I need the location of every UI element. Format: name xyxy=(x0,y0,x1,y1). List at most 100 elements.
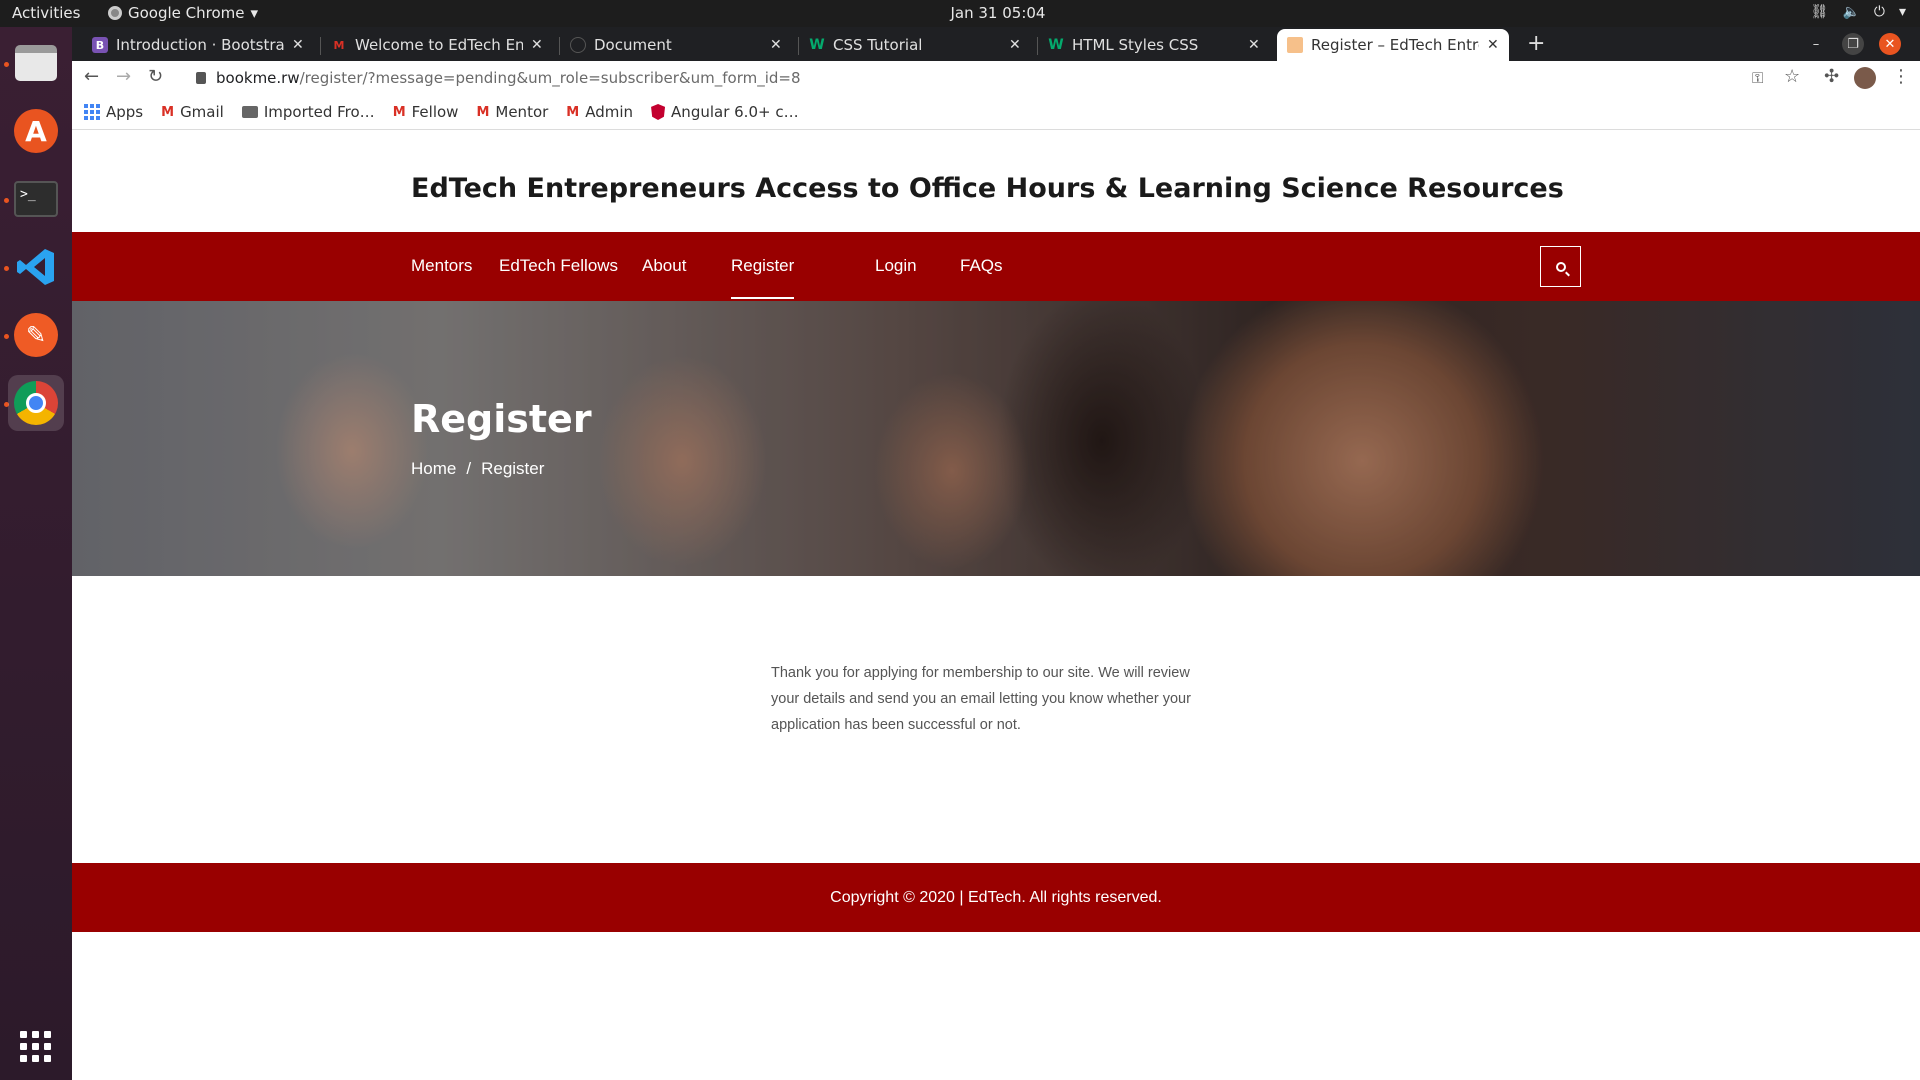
footer: Copyright © 2020 | EdTech. All rights re… xyxy=(72,863,1920,932)
close-icon[interactable]: ✕ xyxy=(770,37,782,53)
bootstrap-icon: B xyxy=(92,37,108,53)
gmail-icon: M xyxy=(333,38,345,52)
back-icon[interactable]: ← xyxy=(84,66,99,87)
reload-icon[interactable]: ↻ xyxy=(148,66,163,87)
address-bar[interactable]: bookme.rw/register/?message=pending&um_r… xyxy=(184,63,1804,93)
bookmark-label: Imported Fro… xyxy=(263,103,375,121)
nav-faqs[interactable]: FAQs xyxy=(960,256,1003,276)
clock[interactable]: Jan 31 05:04 xyxy=(0,4,1920,22)
bookmark-imported[interactable]: Imported Fro… xyxy=(241,103,375,121)
chrome-icon xyxy=(14,381,58,425)
bookmark-label: Gmail xyxy=(180,103,224,121)
vscode-launcher[interactable] xyxy=(8,239,64,295)
bookmark-angular[interactable]: Angular 6.0+ c… xyxy=(651,103,799,121)
network-icon: ⛓ xyxy=(1810,4,1829,20)
postman-icon: ✎ xyxy=(14,313,58,357)
tab-title: Welcome to EdTech Entre xyxy=(355,36,523,54)
tab-title: Document xyxy=(594,36,672,54)
main-nav: Mentors EdTech Fellows About Register Lo… xyxy=(72,232,1920,301)
bookmark-label: Apps xyxy=(106,103,144,121)
folder-icon xyxy=(241,106,258,118)
restore-icon[interactable]: ❐ xyxy=(1842,33,1864,55)
bookmark-label: Angular 6.0+ c… xyxy=(671,103,799,121)
close-window-icon[interactable]: ✕ xyxy=(1879,33,1901,55)
gmail-icon: M xyxy=(566,104,580,120)
software-launcher[interactable]: A xyxy=(8,103,64,159)
angular-icon xyxy=(651,104,666,120)
url-path: /register/?message=pending&um_role=subsc… xyxy=(299,69,801,87)
tab-title: Register – EdTech Entrepr xyxy=(1311,36,1479,54)
breadcrumb-separator: / xyxy=(466,459,472,478)
bookmark-gmail[interactable]: M Gmail xyxy=(161,103,224,121)
site-icon xyxy=(1287,37,1303,53)
terminal-launcher[interactable]: >_ xyxy=(8,171,64,227)
url-host: bookme.rw xyxy=(216,69,300,87)
close-icon[interactable]: ✕ xyxy=(1009,37,1021,53)
nav-register[interactable]: Register xyxy=(731,256,795,299)
dock: A >_ ✎ xyxy=(0,27,72,1080)
bookmarks-bar: Apps M Gmail Imported Fro… M Fellow M Me… xyxy=(72,95,1920,130)
breadcrumb: Home / Register xyxy=(411,459,544,479)
gmail-icon: M xyxy=(476,104,490,120)
bookmark-label: Fellow xyxy=(411,103,459,121)
chrome-launcher[interactable] xyxy=(8,375,64,431)
search-icon xyxy=(1555,261,1566,272)
gmail-icon: M xyxy=(161,104,175,120)
apps-grid-icon xyxy=(84,104,100,120)
w3schools-icon: W xyxy=(1048,37,1064,53)
close-icon[interactable]: ✕ xyxy=(1487,37,1499,53)
new-tab-button[interactable]: + xyxy=(1527,31,1545,56)
close-icon[interactable]: ✕ xyxy=(531,37,543,53)
tab-document[interactable]: Document ✕ xyxy=(560,29,792,61)
breadcrumb-home[interactable]: Home xyxy=(411,459,456,479)
bookmark-mentor[interactable]: M Mentor xyxy=(476,103,548,121)
nav-edtech-fellows[interactable]: EdTech Fellows xyxy=(499,256,618,276)
breadcrumb-current: Register xyxy=(481,459,545,478)
close-icon[interactable]: ✕ xyxy=(292,37,304,53)
tab-title: CSS Tutorial xyxy=(833,36,923,54)
site-title[interactable]: EdTech Entrepreneurs Access to Office Ho… xyxy=(411,173,1564,204)
page-title: Register xyxy=(411,397,592,441)
tab-css-tutorial[interactable]: W CSS Tutorial ✕ xyxy=(799,29,1031,61)
os-top-bar: Activities Google Chrome ▾ Jan 31 05:04 … xyxy=(0,0,1920,27)
files-launcher[interactable] xyxy=(8,35,64,91)
lock-icon xyxy=(196,72,206,84)
bookmark-label: Admin xyxy=(585,103,634,121)
nav-login[interactable]: Login xyxy=(875,256,917,276)
gmail-icon: M xyxy=(392,104,406,120)
bookmark-admin[interactable]: M Admin xyxy=(566,103,633,121)
show-applications-icon[interactable] xyxy=(20,1031,51,1062)
pending-message: Thank you for applying for membership to… xyxy=(771,665,1191,733)
software-store-icon: A xyxy=(14,109,58,153)
minimize-icon[interactable]: – xyxy=(1805,33,1827,55)
system-tray[interactable]: ⛓ 🔈 ⏻ ▾ xyxy=(1811,4,1906,20)
bookmark-apps[interactable]: Apps xyxy=(84,103,143,121)
nav-mentors[interactable]: Mentors xyxy=(411,256,472,276)
hero-banner: Register Home / Register xyxy=(72,301,1920,576)
tab-title: HTML Styles CSS xyxy=(1072,36,1199,54)
nav-about[interactable]: About xyxy=(642,256,686,276)
bookmark-label: Mentor xyxy=(495,103,549,121)
tab-welcome[interactable]: M Welcome to EdTech Entre ✕ xyxy=(321,29,553,61)
copyright-text: Copyright © 2020 | EdTech. All rights re… xyxy=(830,888,1162,906)
tab-strip: B Introduction · Bootstrap v ✕ M Welcome… xyxy=(72,27,1920,61)
key-icon[interactable]: ⚿ xyxy=(1752,69,1763,87)
browser-toolbar: ← → ↻ bookme.rw/register/?message=pendin… xyxy=(72,61,1920,95)
forward-icon[interactable]: → xyxy=(116,66,131,87)
search-button[interactable] xyxy=(1540,246,1581,287)
files-icon xyxy=(15,45,57,81)
postman-launcher[interactable]: ✎ xyxy=(8,307,64,363)
tab-html-styles[interactable]: W HTML Styles CSS ✕ xyxy=(1038,29,1270,61)
tab-register[interactable]: Register – EdTech Entrepr ✕ xyxy=(1277,29,1509,61)
avatar[interactable] xyxy=(1854,67,1876,89)
close-icon[interactable]: ✕ xyxy=(1248,37,1260,53)
tab-bootstrap[interactable]: B Introduction · Bootstrap v ✕ xyxy=(82,29,314,61)
menu-icon[interactable]: ⋮ xyxy=(1892,66,1910,87)
blank-icon xyxy=(570,37,586,53)
bookmark-fellow[interactable]: M Fellow xyxy=(393,103,459,121)
caret-down-icon: ▾ xyxy=(1898,4,1906,20)
terminal-icon: >_ xyxy=(14,181,58,217)
star-icon[interactable]: ☆ xyxy=(1784,66,1800,87)
extensions-icon[interactable]: ✣ xyxy=(1824,66,1839,87)
vscode-icon xyxy=(14,245,58,289)
